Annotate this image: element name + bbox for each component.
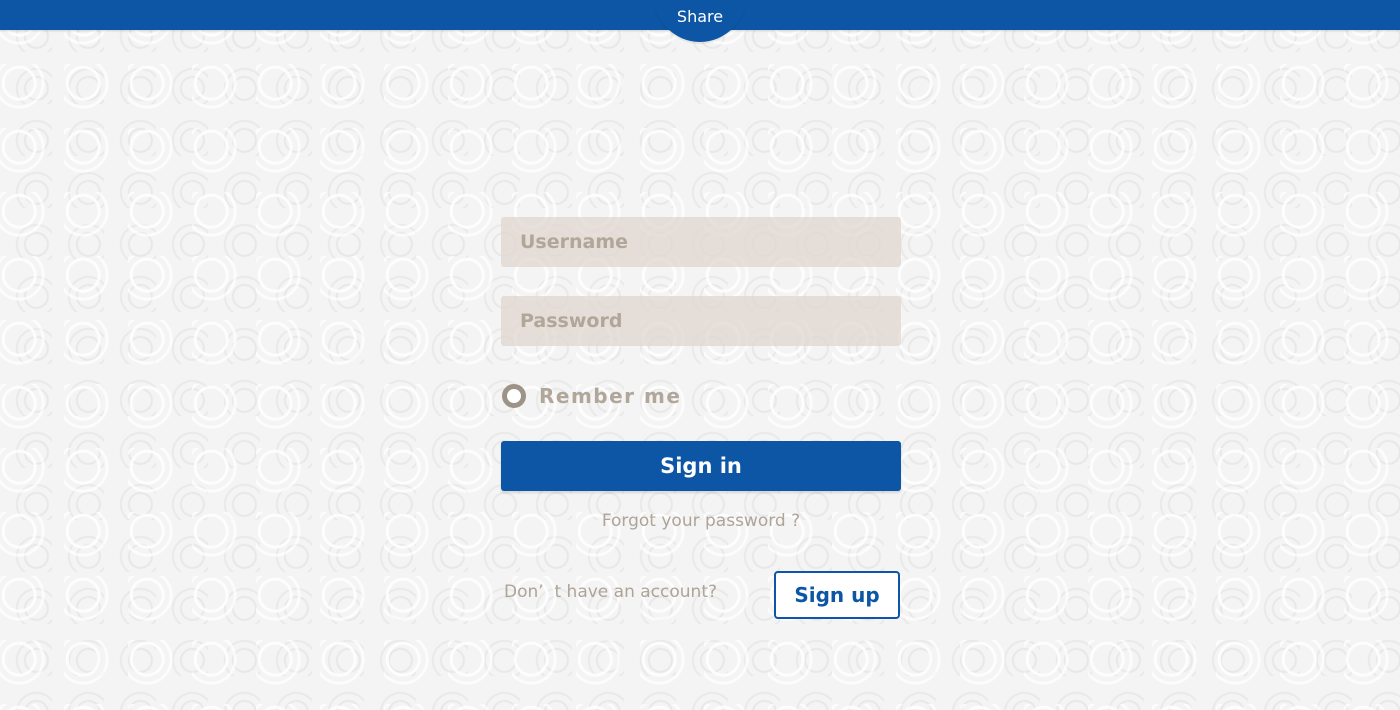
sign-in-button[interactable]: Sign in [501,441,901,491]
remember-me-option[interactable]: Rember me [502,383,681,409]
radio-ring-icon[interactable] [502,384,526,408]
remember-me-label[interactable]: Rember me [539,384,681,408]
forgot-password-link[interactable]: Forgot your password ? [501,511,901,531]
share-label[interactable]: Share [650,6,750,28]
no-account-text: Don’ t have an account? [504,582,718,602]
sign-up-button[interactable]: Sign up [774,571,900,619]
username-input[interactable] [501,217,901,267]
username-field[interactable] [501,217,901,267]
password-input[interactable] [501,296,901,346]
password-field[interactable] [501,296,901,346]
